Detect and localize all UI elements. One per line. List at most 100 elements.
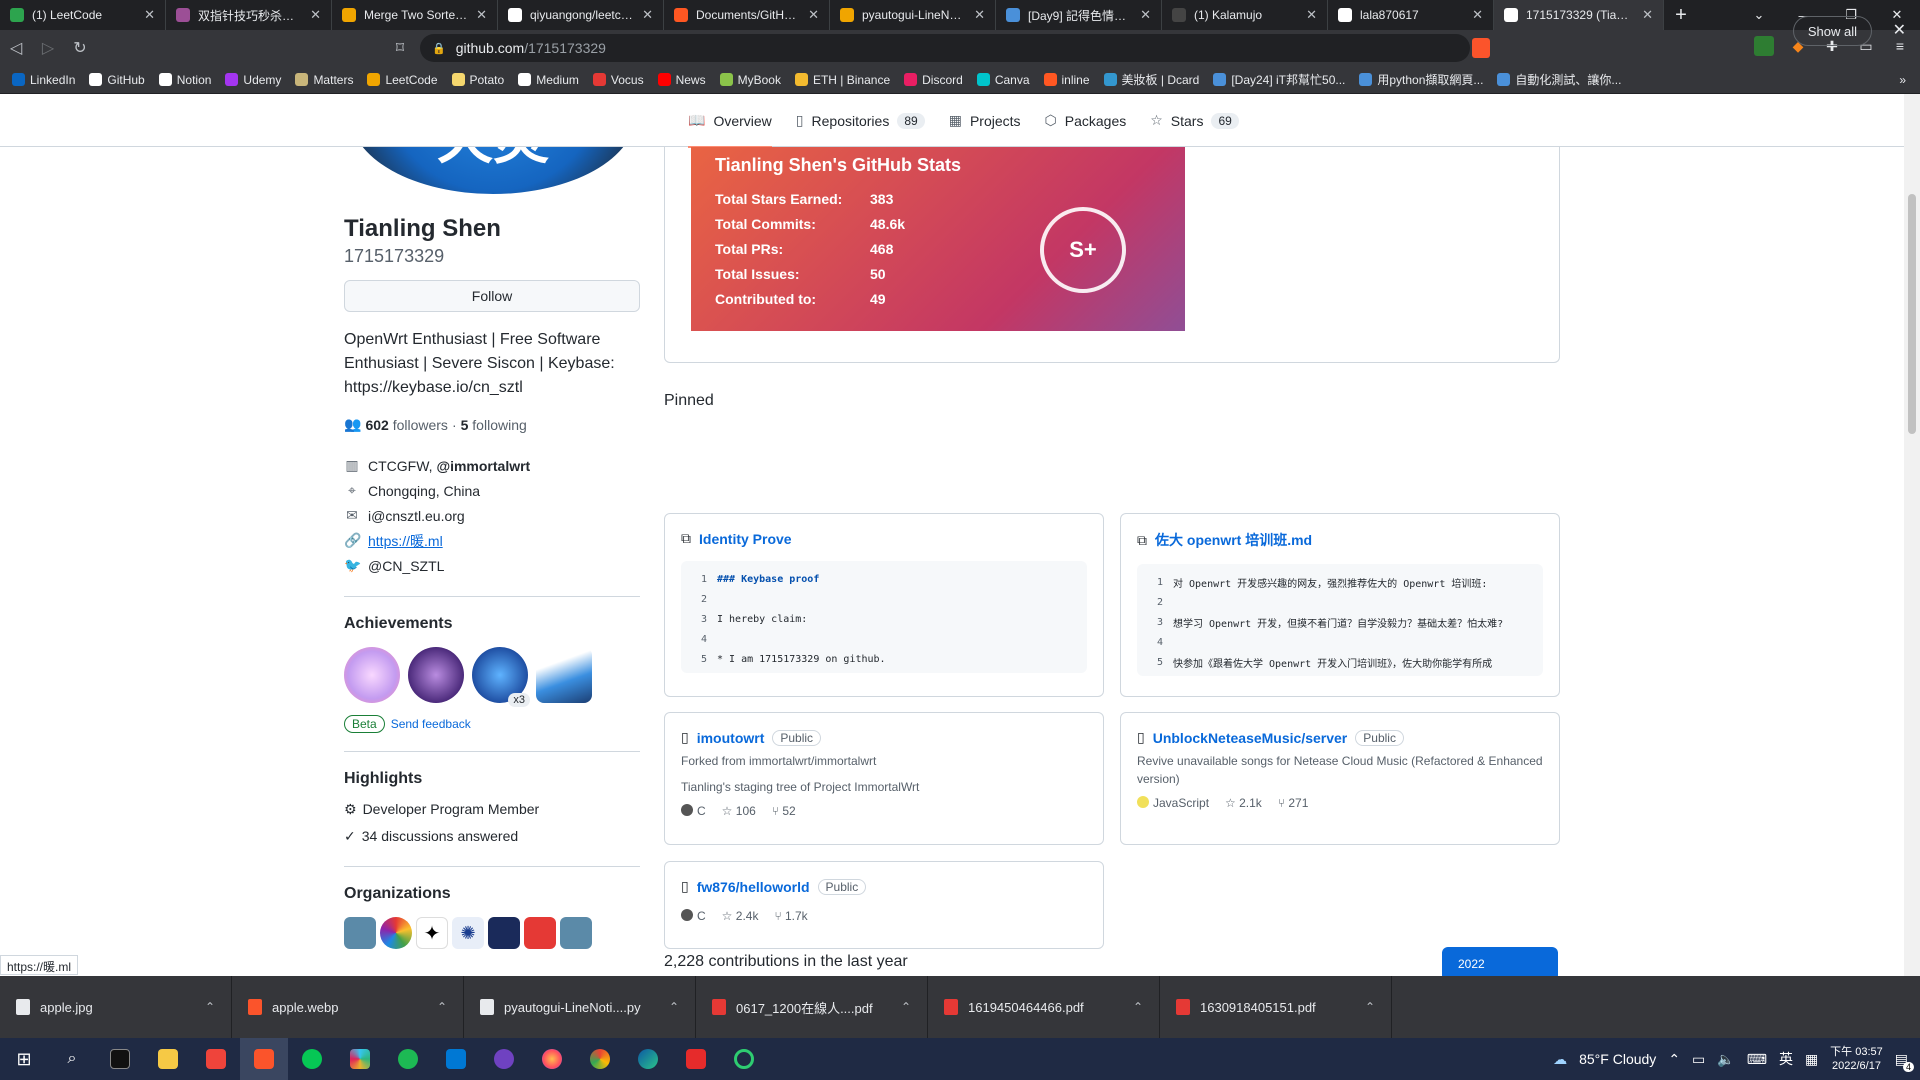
close-tab-icon[interactable]: ✕ (1472, 7, 1483, 23)
followers-link[interactable]: 602 followers (365, 417, 448, 433)
loading-app-icon[interactable] (720, 1038, 768, 1080)
edge-icon[interactable] (624, 1038, 672, 1080)
weather-icon[interactable]: ☁ (1553, 1051, 1567, 1068)
bookmark-item[interactable]: [Day24] iT邦幫忙50... (1213, 71, 1345, 88)
org-avatar[interactable]: ✦ (416, 917, 448, 949)
close-tab-icon[interactable]: ✕ (808, 7, 819, 23)
bookmark-item[interactable]: LinkedIn (12, 73, 75, 87)
pull-shark-badge-icon[interactable]: x3 (472, 647, 530, 707)
repo-forks[interactable]: ⑂ 1.7k (774, 909, 807, 923)
pinned-title-link[interactable]: Identity Prove (699, 531, 792, 547)
keyboard-icon[interactable]: ⌨ (1747, 1051, 1767, 1068)
vscode-icon[interactable] (432, 1038, 480, 1080)
org-avatar[interactable] (380, 917, 412, 949)
browser-tab[interactable]: pyautogui-LineNotify_sl ✕ (830, 0, 996, 30)
browser-tab[interactable]: (1) LeetCode ✕ (0, 0, 166, 30)
bookmark-item[interactable]: MyBook (719, 73, 781, 87)
yolo-badge-icon[interactable] (344, 647, 400, 703)
download-item[interactable]: pyautogui-LineNoti....py ⌃ (464, 976, 696, 1038)
pinned-title-link[interactable]: fw876/helloworld (697, 879, 810, 895)
year-button[interactable]: 2022 (1442, 947, 1558, 976)
bookmark-item[interactable]: Discord (904, 73, 963, 87)
tab-stars[interactable]: ☆ Stars 69 (1150, 94, 1239, 147)
org-avatar[interactable] (488, 917, 520, 949)
chrome-icon[interactable] (576, 1038, 624, 1080)
close-tab-icon[interactable]: ✕ (1642, 7, 1653, 23)
bookmark-item[interactable]: ETH | Binance (794, 73, 890, 87)
new-tab-button[interactable]: + (1664, 4, 1698, 27)
firefox-icon[interactable] (528, 1038, 576, 1080)
download-item[interactable]: 0617_1200在線人....pdf ⌃ (696, 976, 928, 1038)
close-tab-icon[interactable]: ✕ (1140, 7, 1151, 23)
download-item[interactable]: 1619450464466.pdf ⌃ (928, 976, 1160, 1038)
clock[interactable]: 下午 03:57 2022/6/17 (1830, 1045, 1883, 1073)
bookmark-item[interactable]: Medium (518, 73, 579, 87)
repo-stars[interactable]: ☆ 2.4k (722, 909, 759, 923)
galaxy-brain-badge-icon[interactable] (408, 647, 464, 703)
bookmark-item[interactable]: 美妝板 | Dcard (1103, 71, 1199, 88)
tab-packages[interactable]: ⬡ Packages (1045, 94, 1127, 147)
close-tab-icon[interactable]: ✕ (144, 7, 155, 23)
bookmark-item[interactable]: Potato (451, 73, 504, 87)
follow-button[interactable]: Follow (344, 280, 640, 312)
org-avatar[interactable] (344, 917, 376, 949)
send-feedback-link[interactable]: Send feedback (391, 717, 471, 731)
bookmark-item[interactable]: Matters (295, 73, 353, 87)
back-button[interactable]: ◁ (0, 38, 32, 58)
file-explorer-icon[interactable] (144, 1038, 192, 1080)
reload-button[interactable]: ↻ (64, 38, 96, 58)
show-all-downloads-button[interactable]: Show all (1792, 16, 1872, 46)
forward-button[interactable]: ▷ (32, 38, 64, 58)
tab-overview[interactable]: 📖 Overview (688, 94, 772, 148)
close-tab-icon[interactable]: ✕ (642, 7, 653, 23)
ime-mode-icon[interactable]: ▦ (1805, 1051, 1818, 1068)
bookmark-item[interactable]: 用python擷取網頁... (1359, 71, 1483, 88)
bookmark-item[interactable]: inline (1043, 73, 1090, 87)
network-icon[interactable]: ▭ (1692, 1051, 1705, 1068)
bookmark-item[interactable]: GitHub (89, 73, 145, 87)
volume-icon[interactable]: 🔈 (1717, 1051, 1734, 1068)
browser-tab[interactable]: [Day9] 記得色情守門員 ✕ (996, 0, 1162, 30)
website-link[interactable]: https://暖.ml (368, 531, 443, 551)
tab-search-icon[interactable]: ⌄ (1736, 0, 1782, 30)
browser-tab[interactable]: 双指针技巧秒杀七道链表题目 ✕ (166, 0, 332, 30)
url-bar[interactable]: 🔒 github.com/1715173329 (420, 34, 1470, 62)
chevron-up-icon[interactable]: ⌃ (205, 1000, 215, 1014)
chevron-up-icon[interactable]: ⌃ (669, 1000, 679, 1014)
search-icon[interactable]: ⌕ (48, 1038, 96, 1080)
following-link[interactable]: 5 following (461, 417, 527, 433)
bookmark-item[interactable]: Canva (976, 73, 1030, 87)
repo-stars[interactable]: ☆ 2.1k (1225, 796, 1262, 810)
spotify-icon[interactable] (384, 1038, 432, 1080)
download-item[interactable]: apple.webp ⌃ (232, 976, 464, 1038)
brave-browser-icon[interactable] (240, 1038, 288, 1080)
tab-projects[interactable]: ▦ Projects (949, 94, 1021, 147)
chevron-up-icon[interactable]: ⌃ (901, 1000, 911, 1014)
repo-forks[interactable]: ⑂ 271 (1278, 796, 1309, 810)
browser-tab[interactable]: lala870617 ✕ (1328, 0, 1494, 30)
org-avatar[interactable] (560, 917, 592, 949)
github-desktop-icon[interactable] (480, 1038, 528, 1080)
anydesk-icon[interactable] (192, 1038, 240, 1080)
org-avatar[interactable]: ✺ (452, 917, 484, 949)
bookmark-item[interactable]: Vocus (592, 73, 644, 87)
tab-repositories[interactable]: ▯ Repositories 89 (796, 94, 925, 147)
page-scrollbar[interactable] (1904, 94, 1920, 976)
browser-tab[interactable]: 1715173329 (Tianling ✕ (1494, 0, 1664, 30)
wps-office-icon[interactable] (672, 1038, 720, 1080)
twitter-handle[interactable]: @CN_SZTL (368, 558, 444, 574)
repo-forks[interactable]: ⑂ 52 (772, 804, 796, 818)
email-link[interactable]: i@cnsztl.eu.org (368, 508, 465, 524)
notification-icon[interactable]: ▤ 4 (1895, 1051, 1914, 1072)
org-avatar[interactable] (524, 917, 556, 949)
company-org-link[interactable]: @immortalwrt (436, 458, 530, 474)
download-item[interactable]: apple.jpg ⌃ (0, 976, 232, 1038)
pinned-title-link[interactable]: UnblockNeteaseMusic/server (1153, 730, 1348, 746)
browser-tab[interactable]: Merge Two Sorted Lists ✕ (332, 0, 498, 30)
weather-text[interactable]: 85°F Cloudy (1579, 1051, 1656, 1067)
close-downloads-icon[interactable]: ✕ (1893, 20, 1906, 40)
bookmark-item[interactable]: Notion (158, 73, 211, 87)
stock-extension-icon[interactable] (1754, 36, 1774, 56)
ime-indicator[interactable]: 英 (1779, 1049, 1793, 1069)
repo-stars[interactable]: ☆ 106 (722, 804, 756, 818)
